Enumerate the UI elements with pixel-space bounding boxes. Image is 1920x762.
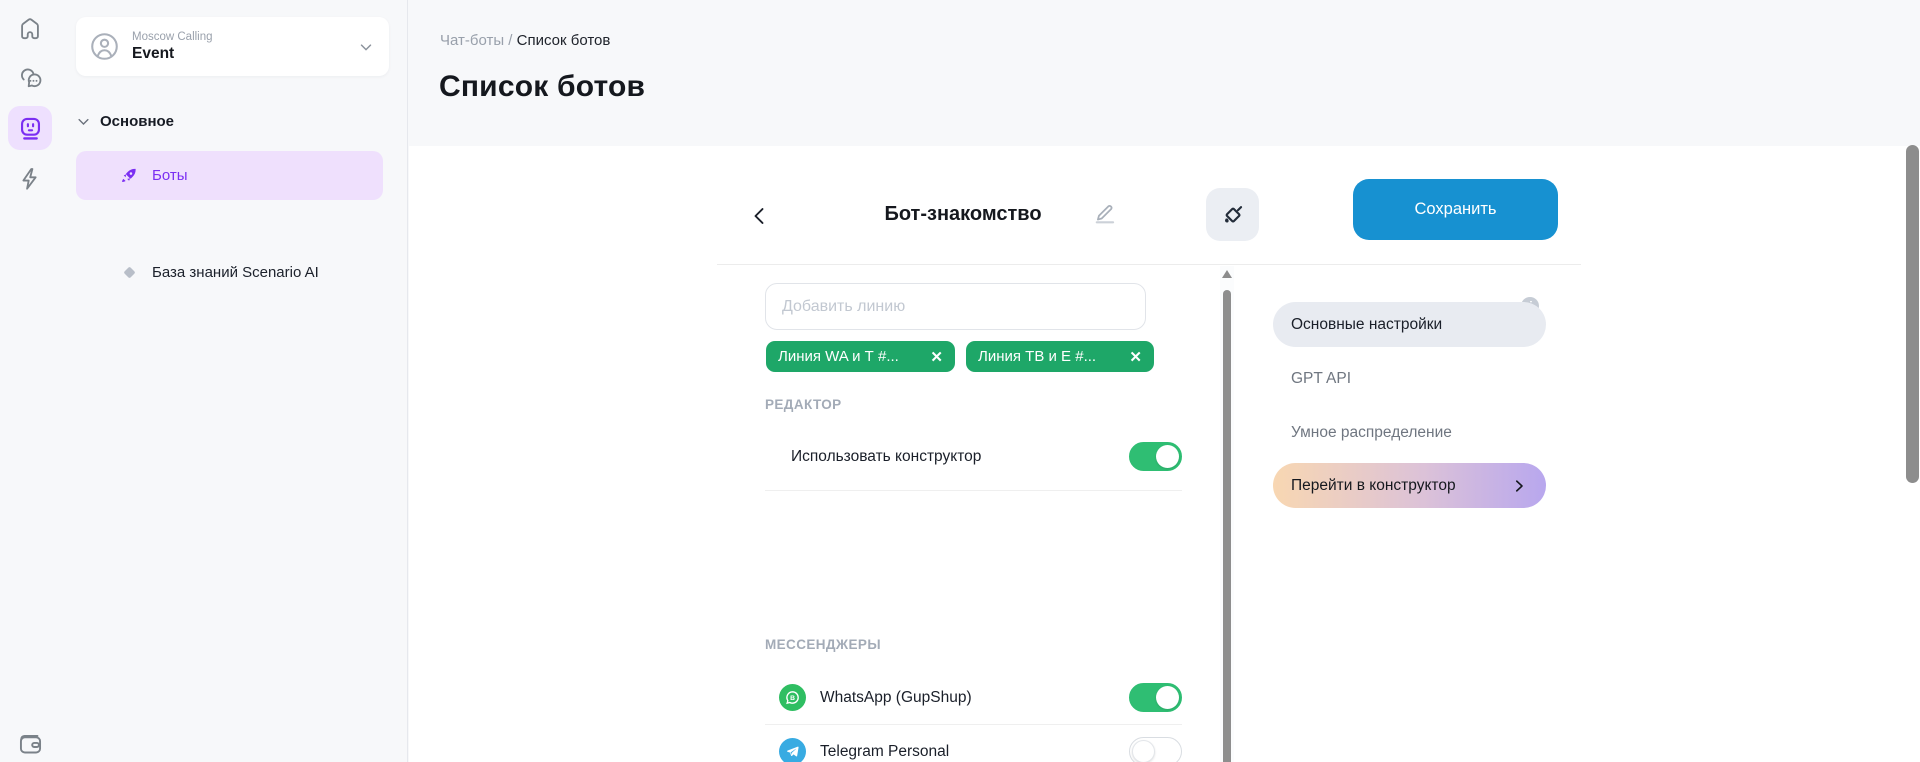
sidebar-item-knowledge-base[interactable]: База знаний Scenario AI xyxy=(76,248,383,297)
form-scrollbar-thumb[interactable] xyxy=(1223,290,1231,762)
use-constructor-label: Использовать конструктор xyxy=(791,448,981,466)
sidebar-section-label: Основное xyxy=(100,113,174,130)
use-constructor-row: Использовать конструктор xyxy=(765,423,1182,491)
app-root: Moscow Calling Event Основное Боты xyxy=(0,0,1920,762)
chevron-right-icon xyxy=(1510,477,1528,495)
sidebar: Moscow Calling Event Основное Боты xyxy=(0,0,408,762)
whatsapp-toggle[interactable] xyxy=(1129,683,1182,712)
menu-item-gpt-api[interactable]: GPT API xyxy=(1273,356,1546,401)
breadcrumb-separator: / xyxy=(504,32,517,49)
form-scrollbar[interactable] xyxy=(1220,266,1234,762)
workspace-title: Event xyxy=(132,45,213,63)
breadcrumb: Чат-боты / Список ботов xyxy=(440,32,610,49)
edit-pencil-icon[interactable] xyxy=(1093,198,1119,226)
remove-chip-icon[interactable]: ✕ xyxy=(1129,348,1142,366)
settings-menu: Основные настройки GPT API Умное распред… xyxy=(1273,265,1546,516)
workspace-switcher[interactable]: Moscow Calling Event xyxy=(76,17,389,76)
whatsapp-icon: B xyxy=(779,684,806,711)
breadcrumb-current: Список ботов xyxy=(517,32,611,49)
menu-item-main-settings[interactable]: Основные настройки xyxy=(1273,302,1546,347)
menu-item-label: Перейти в конструктор xyxy=(1291,477,1456,495)
messenger-name: WhatsApp (GupShup) xyxy=(820,689,972,707)
menu-item-label: GPT API xyxy=(1291,370,1351,388)
workspace-subtitle: Moscow Calling xyxy=(132,31,213,43)
wallet-icon[interactable] xyxy=(15,728,45,758)
chevron-down-icon xyxy=(357,38,375,56)
paint-bucket-icon xyxy=(1219,201,1246,228)
menu-item-label: Основные настройки xyxy=(1291,316,1442,334)
telegram-icon xyxy=(779,738,806,762)
sidebar-item-bots[interactable]: Боты xyxy=(76,151,383,200)
bot-title: Бот-знакомство xyxy=(823,203,1103,226)
bot-icon[interactable] xyxy=(8,106,52,150)
line-chip[interactable]: Линия ТВ и Е #... ✕ xyxy=(966,341,1154,372)
messenger-row-whatsapp: B WhatsApp (GupShup) xyxy=(765,671,1182,725)
telegram-personal-toggle[interactable] xyxy=(1129,737,1182,762)
save-button[interactable]: Сохранить xyxy=(1353,179,1558,240)
messengers-section-label: МЕССЕНДЖЕРЫ xyxy=(765,637,881,652)
line-chip[interactable]: Линия WA и Т #... ✕ xyxy=(766,341,955,372)
home-icon[interactable] xyxy=(15,13,45,43)
menu-item-label: Умное распределение xyxy=(1291,424,1452,442)
editor-section-label: РЕДАКТОР xyxy=(765,397,842,412)
breadcrumb-parent[interactable]: Чат-боты xyxy=(440,32,504,49)
sidebar-section-main[interactable]: Основное xyxy=(76,113,174,130)
workspace-avatar-icon xyxy=(89,31,120,62)
rocket-icon xyxy=(120,167,138,185)
paint-style-button[interactable] xyxy=(1206,188,1259,241)
page-title: Список ботов xyxy=(439,70,645,104)
remove-chip-icon[interactable]: ✕ xyxy=(930,348,943,366)
chats-icon[interactable] xyxy=(15,63,45,93)
chip-label: Линия WA и Т #... xyxy=(778,348,899,365)
back-button[interactable] xyxy=(746,202,774,230)
sidebar-item-label: База знаний Scenario AI xyxy=(152,264,319,281)
add-line-input[interactable] xyxy=(765,283,1146,330)
chip-label: Линия ТВ и Е #... xyxy=(978,348,1096,365)
messenger-list: B WhatsApp (GupShup) Telegram Personal xyxy=(765,671,1182,762)
chevron-down-icon xyxy=(76,114,91,129)
sidebar-item-label: Боты xyxy=(152,167,188,184)
use-constructor-toggle[interactable] xyxy=(1129,442,1182,471)
bot-settings-panel: Бот-знакомство Сохранить Линия WA и Т #.… xyxy=(409,146,1920,762)
menu-item-smart-distribution[interactable]: Умное распределение xyxy=(1273,410,1546,455)
messenger-row-telegram-personal: Telegram Personal xyxy=(765,725,1182,762)
messenger-name: Telegram Personal xyxy=(820,743,949,761)
svg-text:B: B xyxy=(790,695,795,702)
menu-item-go-to-constructor[interactable]: Перейти в конструктор xyxy=(1273,463,1546,508)
page-scrollbar-thumb[interactable] xyxy=(1906,145,1919,483)
line-chips: Линия WA и Т #... ✕ Линия ТВ и Е #... ✕ xyxy=(766,341,1154,372)
lightning-icon[interactable] xyxy=(15,164,45,194)
scroll-up-arrow-icon[interactable] xyxy=(1222,270,1232,278)
diamond-icon xyxy=(120,264,138,282)
